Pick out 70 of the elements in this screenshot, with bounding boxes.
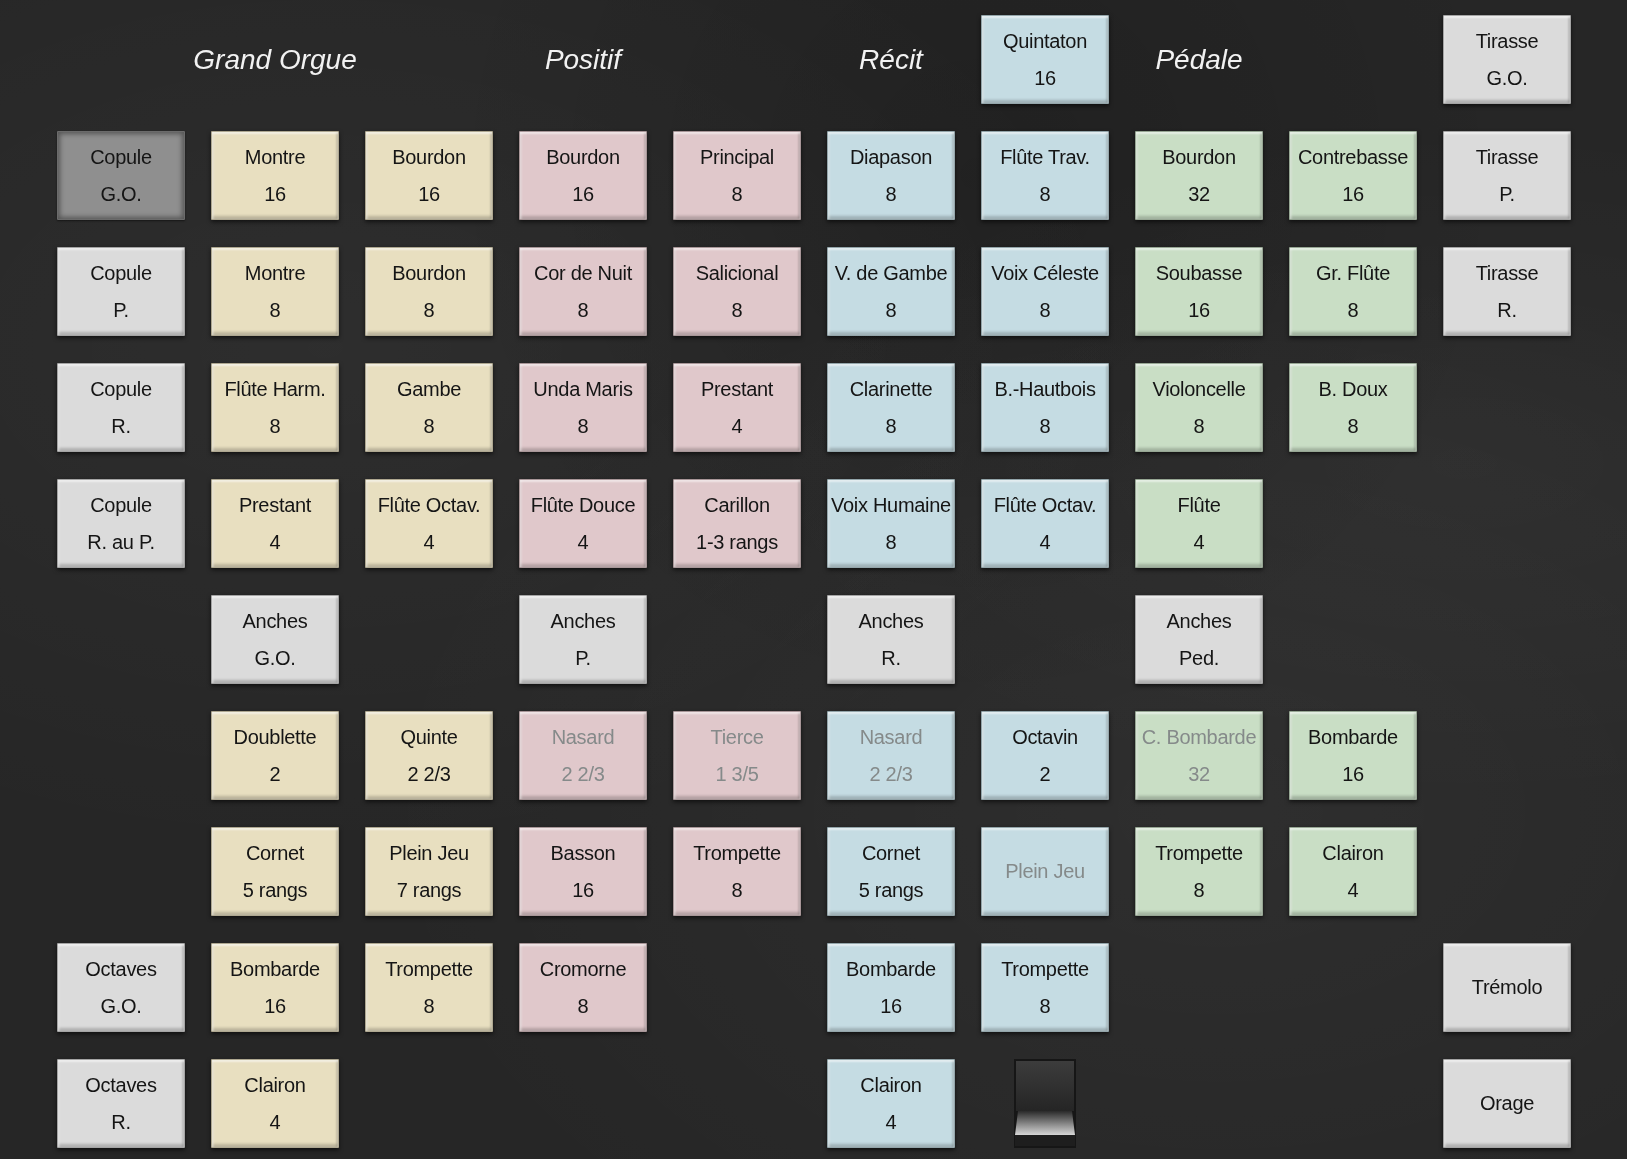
stop-button[interactable]: V. de Gambe 8	[827, 247, 955, 336]
stop-button[interactable]: Tirasse P.	[1443, 131, 1571, 220]
stop-button[interactable]: Flûte Octav. 4	[365, 479, 493, 568]
stop-button[interactable]: Clairon 4	[1289, 827, 1417, 916]
stop-button[interactable]: Anches R.	[827, 595, 955, 684]
stop-button[interactable]: Voix Humaine 8	[827, 479, 955, 568]
stop-button[interactable]: Prestant 4	[673, 363, 801, 452]
stop-button[interactable]: Voix Céleste 8	[981, 247, 1109, 336]
stop-button[interactable]: Quinte 2 2/3	[365, 711, 493, 800]
stop-button[interactable]: B. Doux 8	[1289, 363, 1417, 452]
stop-button[interactable]: Quintaton 16	[981, 15, 1109, 104]
stop-button[interactable]: Violoncelle 8	[1135, 363, 1263, 452]
expression-pedal[interactable]	[1014, 1059, 1076, 1148]
stop-button[interactable]: Bombarde 16	[1289, 711, 1417, 800]
stop-button[interactable]: Plein Jeu 7 rangs	[365, 827, 493, 916]
stop-button[interactable]: Bourdon 32	[1135, 131, 1263, 220]
stop-button[interactable]: Contrebasse 16	[1289, 131, 1417, 220]
stop-button[interactable]: Cor de Nuit 8	[519, 247, 647, 336]
stop-button[interactable]: Basson 16	[519, 827, 647, 916]
division-heading: Grand Orgue	[193, 43, 357, 76]
stop-button[interactable]: B.-Hautbois 8	[981, 363, 1109, 452]
stop-button[interactable]: Copule G.O.	[57, 131, 185, 220]
stop-button[interactable]: Flûte Douce 4	[519, 479, 647, 568]
stop-button[interactable]: Trompette 8	[365, 943, 493, 1032]
stop-button[interactable]: Octavin 2	[981, 711, 1109, 800]
stop-button[interactable]: Octaves G.O.	[57, 943, 185, 1032]
stop-button[interactable]: Flûte Harm. 8	[211, 363, 339, 452]
stop-button[interactable]: Bombarde 16	[211, 943, 339, 1032]
division-heading: Positif	[544, 43, 622, 76]
stop-button[interactable]: Flûte 4	[1135, 479, 1263, 568]
stop-button[interactable]: Unda Maris 8	[519, 363, 647, 452]
stop-button[interactable]: Soubasse 16	[1135, 247, 1263, 336]
stop-button[interactable]: Gambe 8	[365, 363, 493, 452]
stop-button[interactable]: Anches Ped.	[1135, 595, 1263, 684]
stop-button[interactable]: Principal 8	[673, 131, 801, 220]
stop-button[interactable]: Diapason 8	[827, 131, 955, 220]
stop-button[interactable]: Bourdon 8	[365, 247, 493, 336]
stop-button[interactable]: Carillon 1-3 rangs	[673, 479, 801, 568]
stop-button[interactable]: Bourdon 16	[365, 131, 493, 220]
stop-button[interactable]: Gr. Flûte 8	[1289, 247, 1417, 336]
stop-button[interactable]: Tirasse R.	[1443, 247, 1571, 336]
stop-button[interactable]: Montre 8	[211, 247, 339, 336]
stop-button[interactable]: Clairon 4	[211, 1059, 339, 1148]
stop-button[interactable]: Orage	[1443, 1059, 1571, 1148]
stop-button[interactable]: Trompette 8	[673, 827, 801, 916]
stop-button[interactable]: Octaves R.	[57, 1059, 185, 1148]
stop-button[interactable]: Cromorne 8	[519, 943, 647, 1032]
stop-button[interactable]: Salicional 8	[673, 247, 801, 336]
stop-button[interactable]: Flûte Octav. 4	[981, 479, 1109, 568]
stop-button[interactable]: Clairon 4	[827, 1059, 955, 1148]
stop-button[interactable]: Anches P.	[519, 595, 647, 684]
stop-button[interactable]: Cornet 5 rangs	[827, 827, 955, 916]
stop-button[interactable]: Trompette 8	[981, 943, 1109, 1032]
stop-button[interactable]: Anches G.O.	[211, 595, 339, 684]
stop-button[interactable]: Bombarde 16	[827, 943, 955, 1032]
stop-button[interactable]: Montre 16	[211, 131, 339, 220]
stop-button[interactable]: Tirasse G.O.	[1443, 15, 1571, 104]
stop-button[interactable]: Bourdon 16	[519, 131, 647, 220]
stop-button[interactable]: Flûte Trav. 8	[981, 131, 1109, 220]
stop-button[interactable]: Cornet 5 rangs	[211, 827, 339, 916]
division-heading: Pédale	[1155, 43, 1243, 76]
stop-button[interactable]: Trompette 8	[1135, 827, 1263, 916]
stop-button[interactable]: Doublette 2	[211, 711, 339, 800]
stop-button[interactable]: Prestant 4	[211, 479, 339, 568]
stop-button[interactable]: Clarinette 8	[827, 363, 955, 452]
stop-button[interactable]: Copule R. au P.	[57, 479, 185, 568]
stop-button[interactable]: Copule R.	[57, 363, 185, 452]
stop-button[interactable]: Copule P.	[57, 247, 185, 336]
stop-button[interactable]: Trémolo	[1443, 943, 1571, 1032]
division-heading: Récit	[859, 43, 923, 76]
